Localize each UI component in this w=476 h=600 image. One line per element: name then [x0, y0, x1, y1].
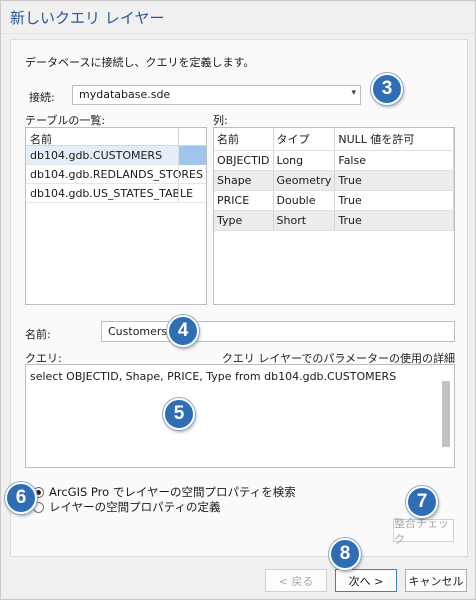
query-textarea[interactable]: select OBJECTID, Shape, PRICE, Type from…: [25, 364, 455, 468]
column-name: Type: [214, 210, 274, 231]
column-nullable: True: [334, 210, 454, 231]
name-label: 名前:: [25, 328, 51, 341]
header-divider: [178, 128, 179, 146]
connection-dropdown[interactable]: mydatabase.sde ▾: [72, 85, 361, 105]
table-name: db104.gdb.CUSTOMERS: [30, 149, 163, 162]
callout-3: 3: [371, 73, 403, 105]
column-header-nullable: NULL 値を許可: [334, 128, 454, 151]
radio-dot: [36, 489, 41, 495]
column-row[interactable]: Type Short True: [214, 210, 454, 231]
back-button[interactable]: < 戻る: [265, 569, 327, 592]
table-name: db104.gdb.US_STATES_TABLE: [30, 187, 194, 200]
columns-header-row: 名前 タイプ NULL 値を許可: [214, 128, 454, 151]
column-name: PRICE: [214, 190, 274, 211]
table-row[interactable]: db104.gdb.CUSTOMERS: [26, 146, 206, 165]
column-row[interactable]: PRICE Double True: [214, 190, 454, 211]
callout-4: 4: [167, 315, 199, 347]
title-divider: [1, 33, 476, 34]
intro-text: データベースに接続し、クエリを定義します。: [25, 56, 255, 69]
query-text: select OBJECTID, Shape, PRICE, Type from…: [30, 370, 397, 383]
table-row[interactable]: db104.gdb.US_STATES_TABLE: [26, 184, 206, 203]
column-header-type: タイプ: [273, 128, 336, 151]
column-name: Shape: [214, 170, 274, 191]
next-button[interactable]: 次へ >: [335, 569, 397, 592]
query-scrollbar[interactable]: [442, 369, 450, 463]
cell-divider: [178, 165, 179, 184]
selection-marker: [179, 146, 206, 165]
radio-detect-label: ArcGIS Pro でレイヤーの空間プロパティを検索: [49, 485, 296, 499]
column-type: Long: [273, 150, 336, 171]
callout-8: 8: [329, 538, 361, 570]
column-row[interactable]: Shape Geometry True: [214, 170, 454, 191]
connection-label: 接続:: [29, 91, 55, 104]
scrollbar-thumb[interactable]: [442, 381, 450, 447]
connection-value: mydatabase.sde: [79, 88, 171, 101]
column-header-name: 名前: [214, 128, 274, 151]
column-type: Geometry: [273, 170, 336, 191]
column-name: OBJECTID: [214, 150, 274, 171]
validate-button[interactable]: 整合チェック: [393, 517, 454, 546]
callout-6: 6: [5, 482, 37, 514]
cancel-button[interactable]: キャンセル: [405, 569, 467, 592]
column-nullable: True: [334, 190, 454, 211]
callout-7: 7: [406, 486, 438, 518]
column-nullable: False: [334, 150, 454, 171]
column-nullable: True: [334, 170, 454, 191]
callout-5: 5: [163, 398, 195, 430]
chevron-down-icon: ▾: [351, 88, 356, 98]
column-row[interactable]: OBJECTID Long False: [214, 150, 454, 171]
radio-define-spatial[interactable]: レイヤーの空間プロパティの定義: [33, 499, 220, 515]
radio-detect-spatial[interactable]: ArcGIS Pro でレイヤーの空間プロパティを検索: [33, 484, 296, 500]
table-list-header-name: 名前: [30, 133, 52, 146]
radio-define-label: レイヤーの空間プロパティの定義: [49, 500, 221, 514]
table-row[interactable]: db104.gdb.REDLANDS_STORES: [26, 165, 206, 184]
columns-label: 列:: [213, 114, 228, 127]
column-type: Double: [273, 190, 336, 211]
table-list-header: 名前: [26, 128, 206, 146]
layer-name-input[interactable]: Customers: [101, 321, 455, 342]
cell-divider: [178, 184, 179, 203]
columns-grid[interactable]: 名前 タイプ NULL 値を許可 OBJECTID Long False Sha…: [213, 127, 455, 305]
table-list[interactable]: 名前 db104.gdb.CUSTOMERS db104.gdb.REDLAND…: [25, 127, 207, 305]
column-type: Short: [273, 210, 336, 231]
dialog-title: 新しいクエリ レイヤー: [10, 9, 165, 27]
new-query-layer-dialog: 新しいクエリ レイヤー データベースに接続し、クエリを定義します。 接続: my…: [0, 0, 476, 600]
table-list-label: テーブルの一覧:: [25, 114, 106, 127]
